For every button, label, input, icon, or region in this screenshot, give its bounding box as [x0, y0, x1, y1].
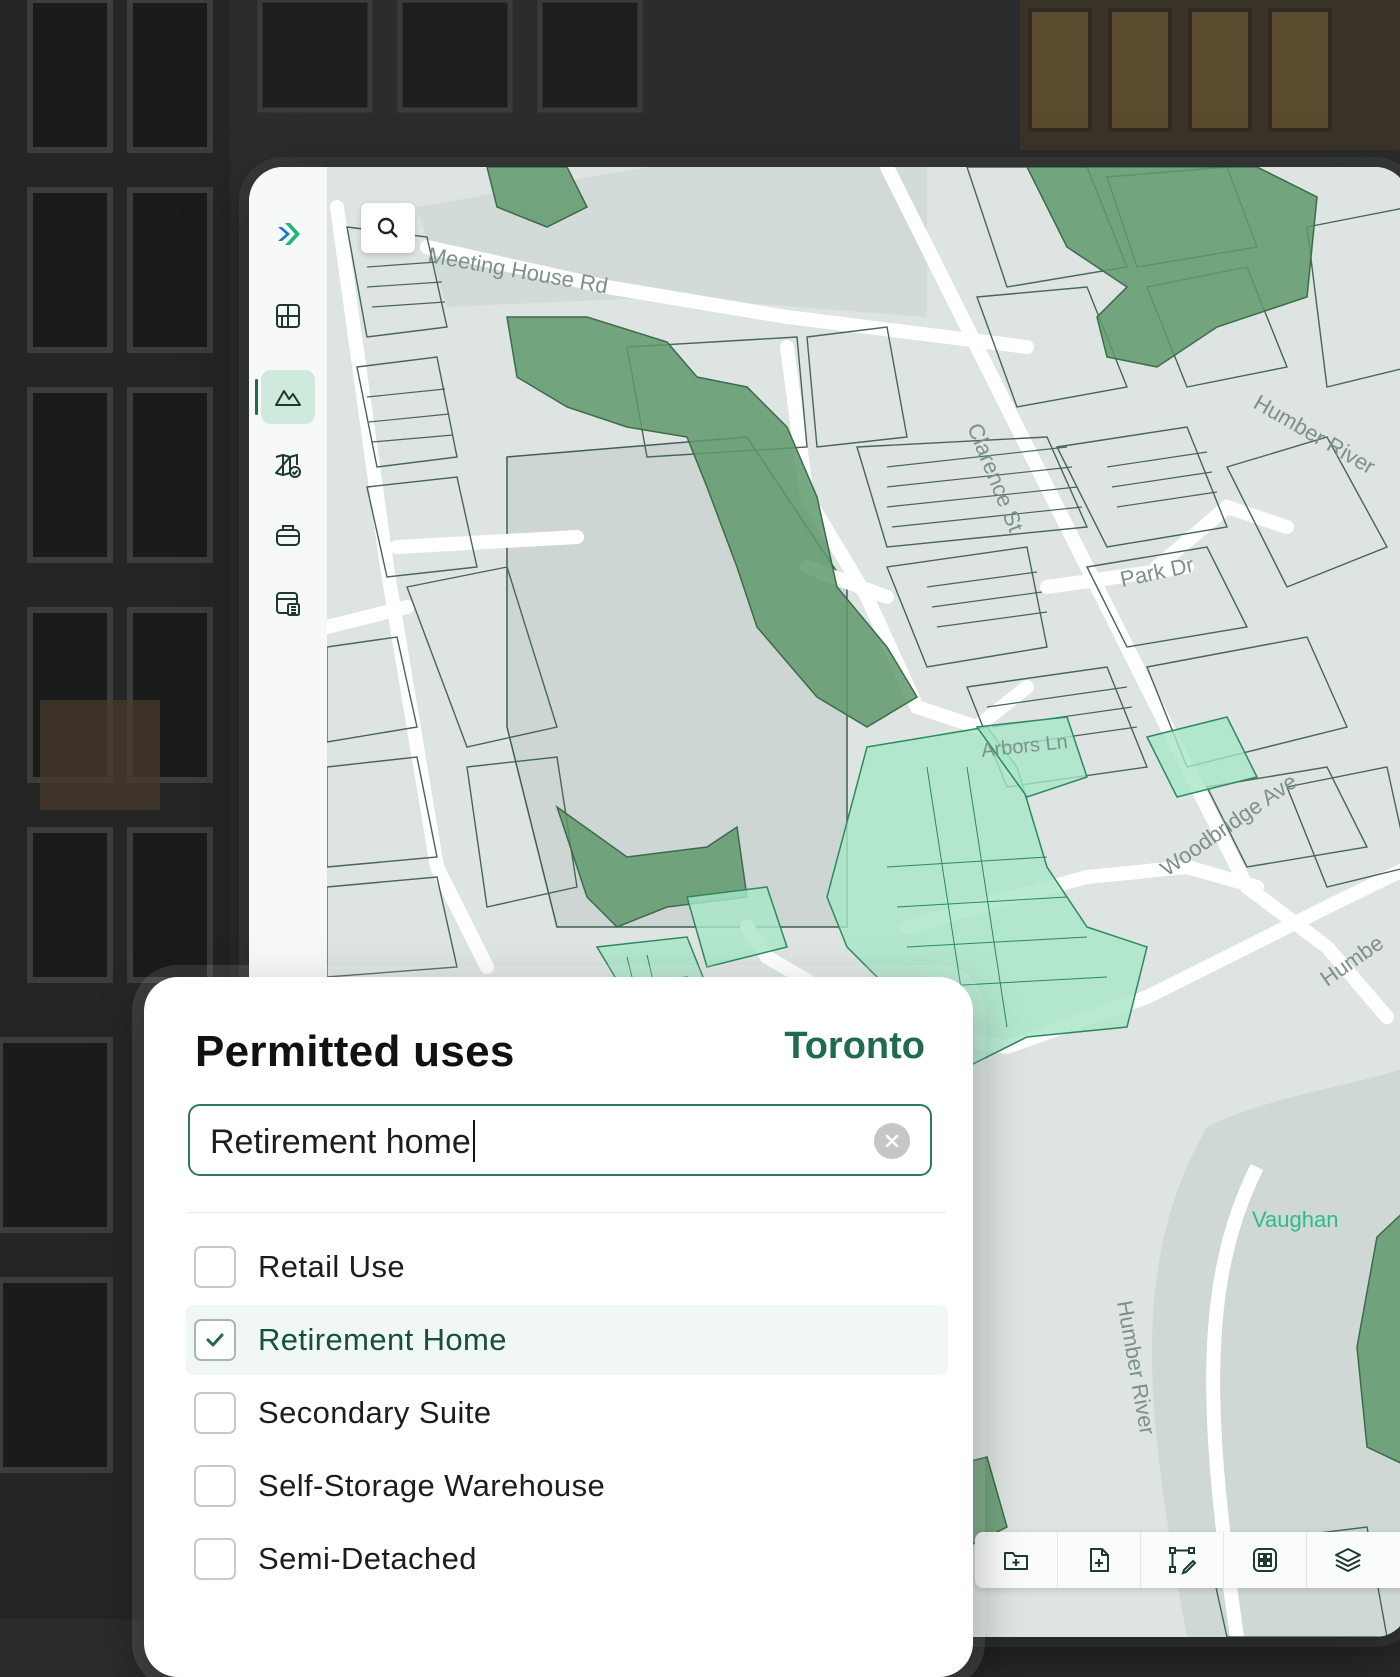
option-semi-detached[interactable]: Semi-Detached: [186, 1524, 948, 1594]
calculator-icon[interactable]: [261, 577, 315, 631]
layers-icon[interactable]: [1307, 1532, 1389, 1588]
search-icon: [377, 217, 398, 238]
folder-add-icon[interactable]: [975, 1532, 1058, 1588]
select-area-icon[interactable]: [1224, 1532, 1307, 1588]
option-self-storage-warehouse[interactable]: Self-Storage Warehouse: [186, 1451, 948, 1521]
city-selector[interactable]: Toronto: [784, 1025, 925, 1068]
option-label: Semi-Detached: [258, 1541, 477, 1576]
logo-icon-graphic: [278, 223, 300, 245]
close-icon: [885, 1134, 899, 1148]
polygon-draw-icon[interactable]: [1141, 1532, 1224, 1588]
grid-icon[interactable]: [261, 289, 315, 343]
logo-icon[interactable]: [261, 207, 315, 261]
permitted-uses-panel: Permitted uses Toronto Retirement home R…: [144, 977, 973, 1677]
file-add-icon[interactable]: [1058, 1532, 1141, 1588]
option-label: Retail Use: [258, 1249, 405, 1284]
map-check-icon[interactable]: [261, 439, 315, 493]
active-indicator: [255, 379, 258, 415]
check-icon: [206, 1333, 224, 1347]
text-caret: [473, 1120, 475, 1162]
checkbox-checked[interactable]: [194, 1319, 236, 1361]
option-retirement-home[interactable]: Retirement Home: [186, 1305, 948, 1375]
checkbox[interactable]: [194, 1538, 236, 1580]
option-label: Secondary Suite: [258, 1395, 492, 1430]
briefcase-icon[interactable]: [261, 508, 315, 562]
panel-title: Permitted uses: [195, 1027, 515, 1076]
option-secondary-suite[interactable]: Secondary Suite: [186, 1378, 948, 1448]
map-toolbar: [975, 1532, 1400, 1588]
label-vaughan: Vaughan: [1252, 1207, 1338, 1232]
divider: [188, 1212, 946, 1213]
checkbox[interactable]: [194, 1465, 236, 1507]
clear-search-button[interactable]: [874, 1123, 910, 1159]
option-label: Retirement Home: [258, 1322, 507, 1357]
terrain-icon[interactable]: [261, 370, 315, 424]
uses-search-input[interactable]: Retirement home: [188, 1104, 932, 1176]
search-input-value: Retirement home: [210, 1123, 471, 1161]
checkbox[interactable]: [194, 1392, 236, 1434]
checkbox[interactable]: [194, 1246, 236, 1288]
option-label: Self-Storage Warehouse: [258, 1468, 606, 1503]
option-retail-use[interactable]: Retail Use: [186, 1232, 948, 1302]
map-search-button[interactable]: [361, 203, 415, 253]
